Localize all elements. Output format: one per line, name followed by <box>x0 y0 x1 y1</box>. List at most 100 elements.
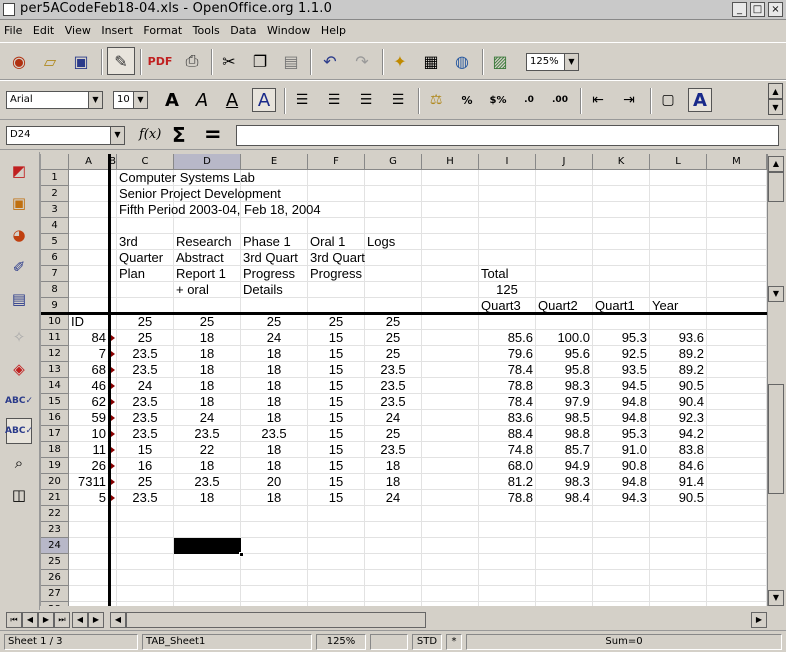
score-plan[interactable]: 23.5 <box>117 346 174 362</box>
score-logs[interactable]: 24 <box>365 490 422 506</box>
score-oral[interactable]: 15 <box>308 346 365 362</box>
cell[interactable] <box>707 282 767 298</box>
number-format-currency-icon[interactable]: ⚖ <box>424 88 448 112</box>
cell[interactable] <box>593 202 650 218</box>
total-quart1[interactable]: 91.0 <box>593 442 650 458</box>
scroll-down-top-button[interactable]: ▼ <box>768 286 784 302</box>
font-name-dropdown-button[interactable]: ▼ <box>88 91 103 109</box>
cell[interactable] <box>422 330 479 346</box>
selection-mode[interactable]: STD <box>412 634 442 650</box>
open-folder-icon[interactable]: ▱ <box>36 47 64 75</box>
cell[interactable] <box>308 538 365 554</box>
cell[interactable] <box>593 250 650 266</box>
total-quart2[interactable]: 98.4 <box>536 490 593 506</box>
total-quart1[interactable]: 94.5 <box>593 378 650 394</box>
cell[interactable] <box>365 554 422 570</box>
cell[interactable] <box>707 266 767 282</box>
cell[interactable] <box>536 522 593 538</box>
cell[interactable] <box>593 186 650 202</box>
total-quart2[interactable]: 94.9 <box>536 458 593 474</box>
cell[interactable] <box>536 506 593 522</box>
total-year[interactable]: 93.6 <box>650 330 707 346</box>
scroll-right-split-button[interactable]: ▶ <box>88 612 104 628</box>
column-label[interactable]: 3rd Quart <box>308 250 365 266</box>
cell[interactable] <box>707 234 767 250</box>
score-plan[interactable]: 25 <box>117 474 174 490</box>
score-oral[interactable]: 15 <box>308 442 365 458</box>
cell-area[interactable]: A B C D E F G H I J K L M 1 2 3 4 5 6 7 8 9 10 11 12 13 14 15 16 17 18… <box>41 154 767 606</box>
scroll-left-split-button[interactable]: ◀ <box>72 612 88 628</box>
cell[interactable] <box>650 522 707 538</box>
score-phase[interactable]: 23.5 <box>241 426 308 442</box>
total-quart1[interactable]: 94.8 <box>593 410 650 426</box>
total-year[interactable]: 84.6 <box>650 458 707 474</box>
cell[interactable] <box>308 522 365 538</box>
cut-icon[interactable]: ✂ <box>215 47 243 75</box>
column-label[interactable]: Research <box>174 234 241 250</box>
total-quart1[interactable]: 92.5 <box>593 346 650 362</box>
score-plan[interactable]: 15 <box>117 442 174 458</box>
score-research[interactable]: 18 <box>174 362 241 378</box>
score-research[interactable]: 23.5 <box>174 426 241 442</box>
score-oral[interactable]: 15 <box>308 426 365 442</box>
sheet-date[interactable]: Fifth Period 2003-04, Feb 18, 2004 <box>117 202 321 218</box>
cell[interactable] <box>117 506 174 522</box>
column-header-f[interactable]: F <box>308 154 365 170</box>
row-header-18[interactable]: 18 <box>41 442 69 458</box>
column-header-k[interactable]: K <box>593 154 650 170</box>
score-phase[interactable]: 18 <box>241 378 308 394</box>
align-center-icon[interactable]: ☰ <box>322 88 346 112</box>
student-id[interactable]: 5 <box>69 490 109 506</box>
cell[interactable] <box>365 170 422 186</box>
row-header-11[interactable]: 11 <box>41 330 69 346</box>
cell[interactable] <box>650 266 707 282</box>
cell[interactable] <box>308 170 365 186</box>
total-year[interactable]: 94.2 <box>650 426 707 442</box>
cell[interactable] <box>593 554 650 570</box>
cell[interactable] <box>650 234 707 250</box>
cell[interactable] <box>479 250 536 266</box>
cell[interactable] <box>365 602 422 606</box>
cell[interactable] <box>69 250 109 266</box>
cell[interactable] <box>593 218 650 234</box>
cell[interactable] <box>479 234 536 250</box>
column-label[interactable]: Logs <box>365 234 422 250</box>
cell[interactable] <box>422 474 479 490</box>
column-label[interactable]: Plan <box>117 266 174 282</box>
cell[interactable] <box>707 554 767 570</box>
cell[interactable] <box>69 538 109 554</box>
cell[interactable] <box>536 602 593 606</box>
cell[interactable] <box>241 506 308 522</box>
column-header-a[interactable]: A <box>69 154 109 170</box>
cell[interactable] <box>422 506 479 522</box>
cell[interactable] <box>365 266 422 282</box>
menu-file[interactable]: File <box>0 20 25 37</box>
sheet-title[interactable]: Computer Systems Lab <box>117 170 255 186</box>
cell[interactable] <box>241 538 308 554</box>
add-decimal-button[interactable]: .0 <box>517 88 541 112</box>
row-header-26[interactable]: 26 <box>41 570 69 586</box>
cell[interactable] <box>479 602 536 606</box>
total-quart2[interactable]: 98.5 <box>536 410 593 426</box>
align-right-icon[interactable]: ☰ <box>354 88 378 112</box>
cell[interactable] <box>117 570 174 586</box>
cell[interactable] <box>707 202 767 218</box>
sum-button[interactable]: Σ <box>172 123 186 147</box>
new-document-icon[interactable]: ◉ <box>5 47 33 75</box>
cell[interactable] <box>69 522 109 538</box>
prev-sheet-button[interactable]: ◀ <box>22 612 38 628</box>
column-label[interactable]: Abstract <box>174 250 241 266</box>
cell[interactable] <box>536 586 593 602</box>
score-logs[interactable]: 23.5 <box>365 378 422 394</box>
cell[interactable] <box>536 250 593 266</box>
export-pdf-icon[interactable]: PDF <box>146 47 174 75</box>
score-logs[interactable]: 23.5 <box>365 362 422 378</box>
score-logs[interactable]: 18 <box>365 474 422 490</box>
data-sources-icon[interactable]: ◫ <box>6 482 32 508</box>
cell[interactable] <box>422 554 479 570</box>
name-box[interactable]: D24 <box>6 126 110 145</box>
background-color-icon[interactable]: A <box>688 88 712 112</box>
spellcheck-dialog-icon[interactable]: ◈ <box>6 356 32 382</box>
cell[interactable] <box>241 602 308 606</box>
score-oral[interactable]: 15 <box>308 378 365 394</box>
